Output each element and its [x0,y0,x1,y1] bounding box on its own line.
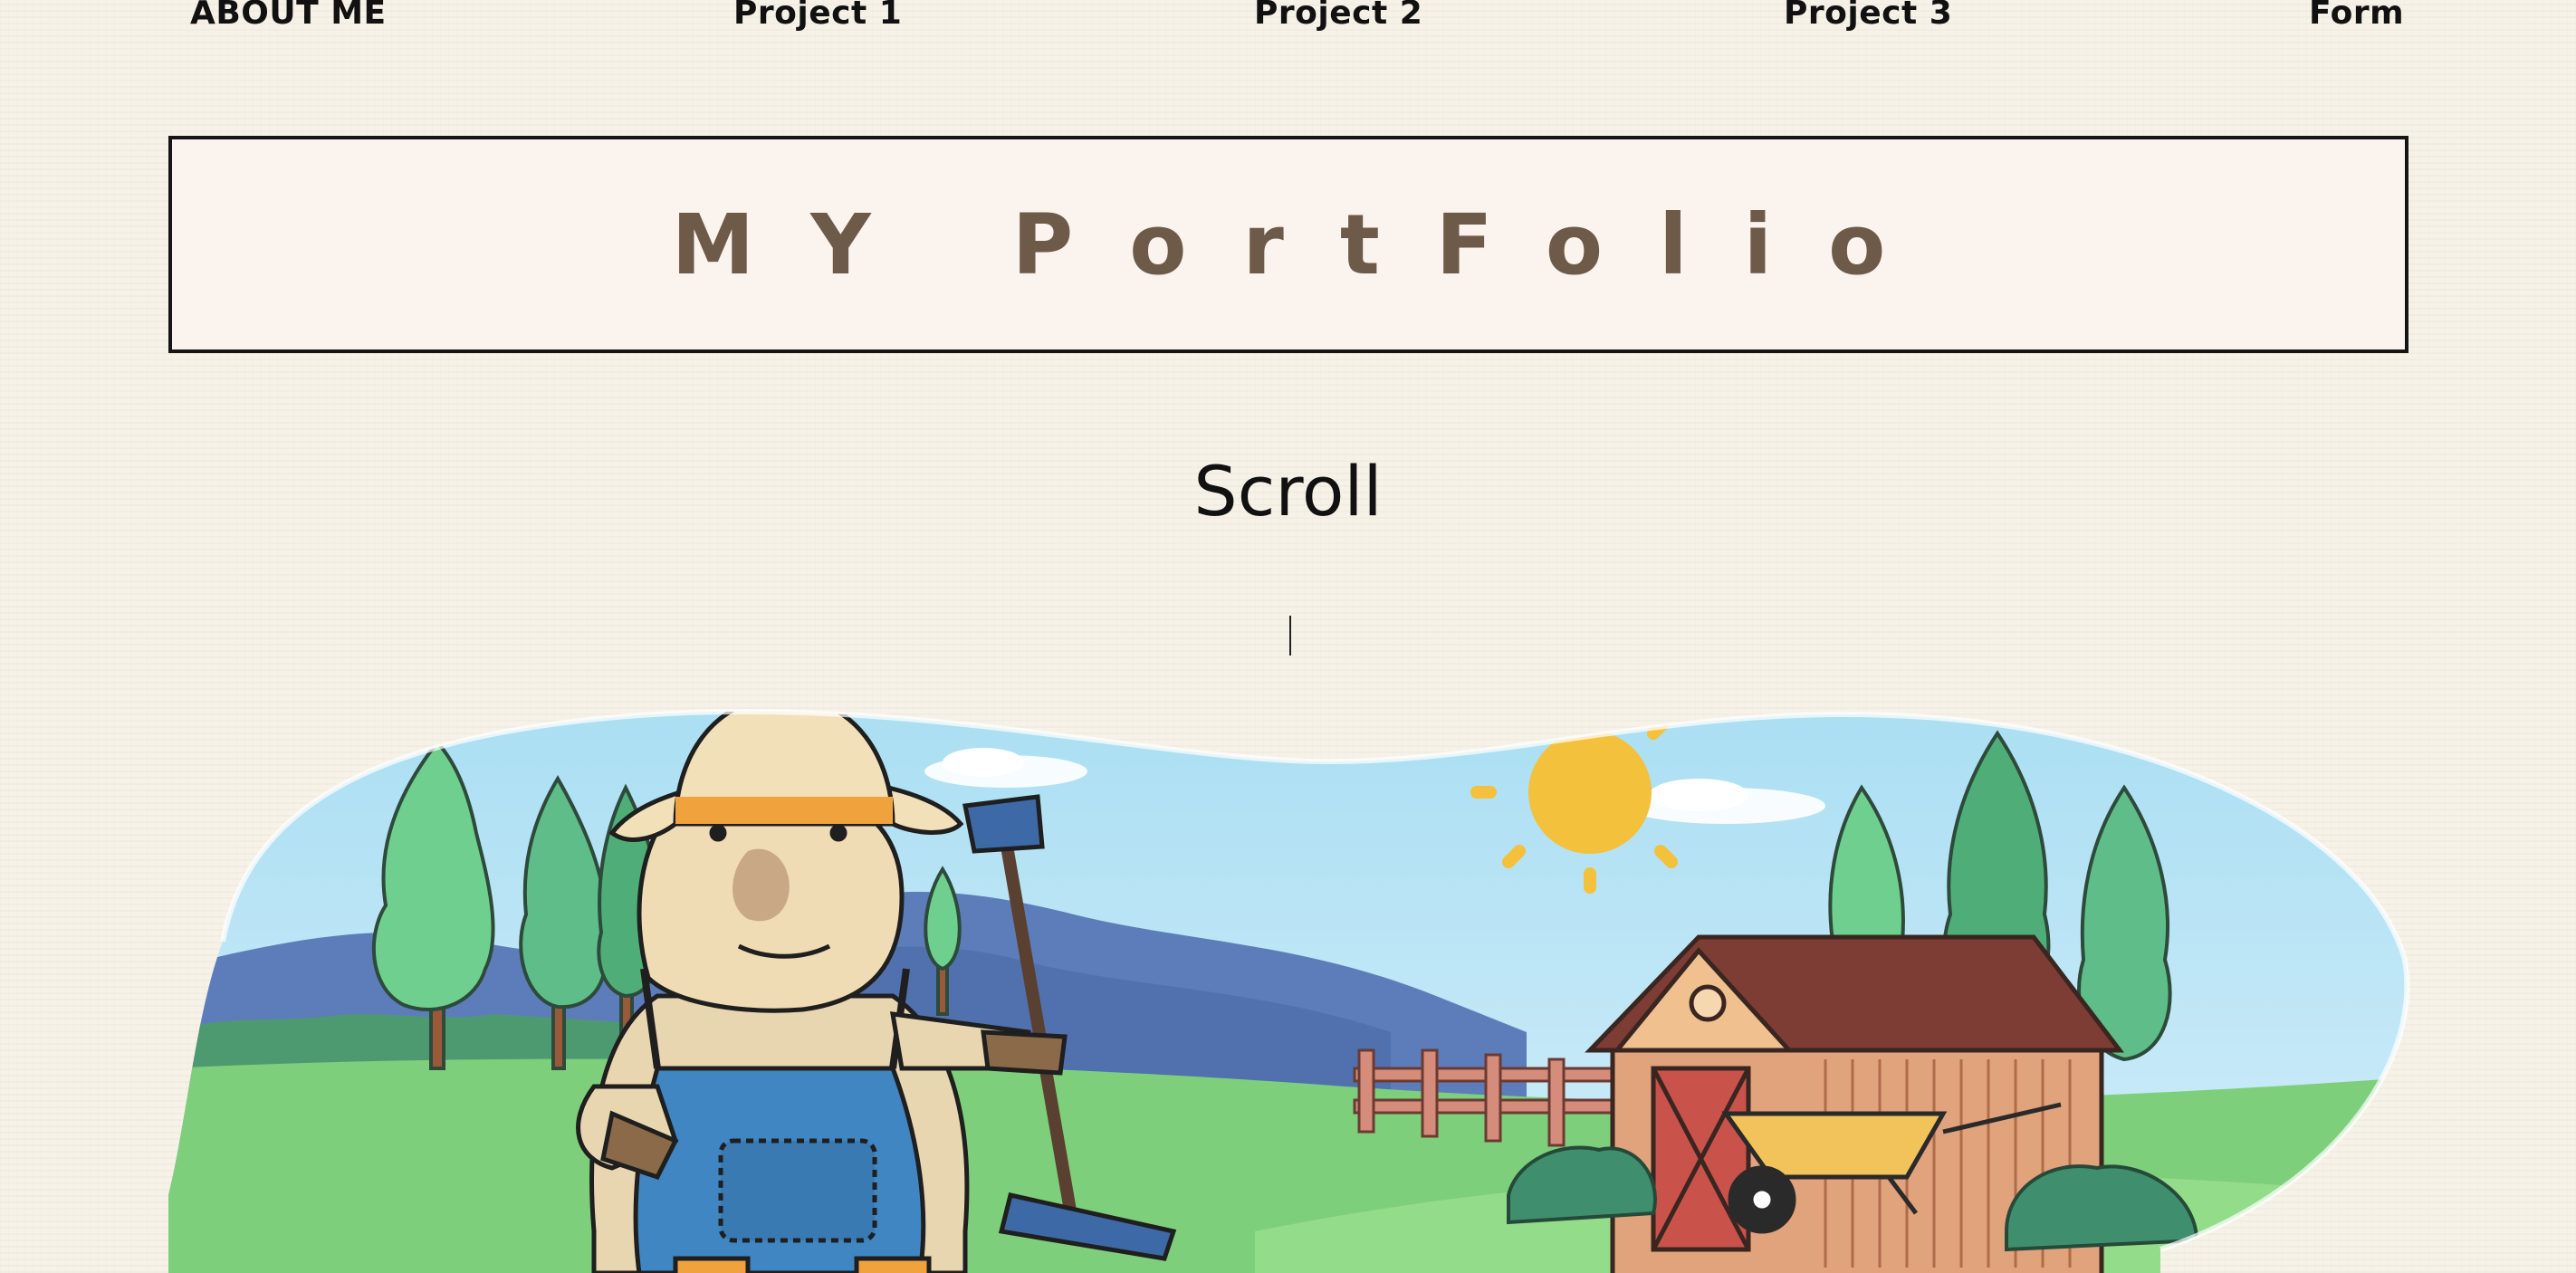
nav-link-form[interactable]: Form [2309,0,2404,32]
scroll-label: Scroll [1193,451,1383,531]
farm-scene-image [168,708,2410,1273]
nav-link-about-me[interactable]: ABOUT ME [190,0,387,32]
hero-illustration [168,688,2412,1273]
top-nav: ABOUT ME Project 1 Project 2 Project 3 F… [0,0,2576,36]
nav-link-project-2[interactable]: Project 2 [1254,0,1422,32]
page-title: MY PortFolio [671,196,1942,293]
title-banner: MY PortFolio [168,136,2408,353]
scroll-indicator-line [1289,616,1291,656]
nav-link-project-1[interactable]: Project 1 [733,0,902,32]
nav-link-project-3[interactable]: Project 3 [1784,0,1952,32]
